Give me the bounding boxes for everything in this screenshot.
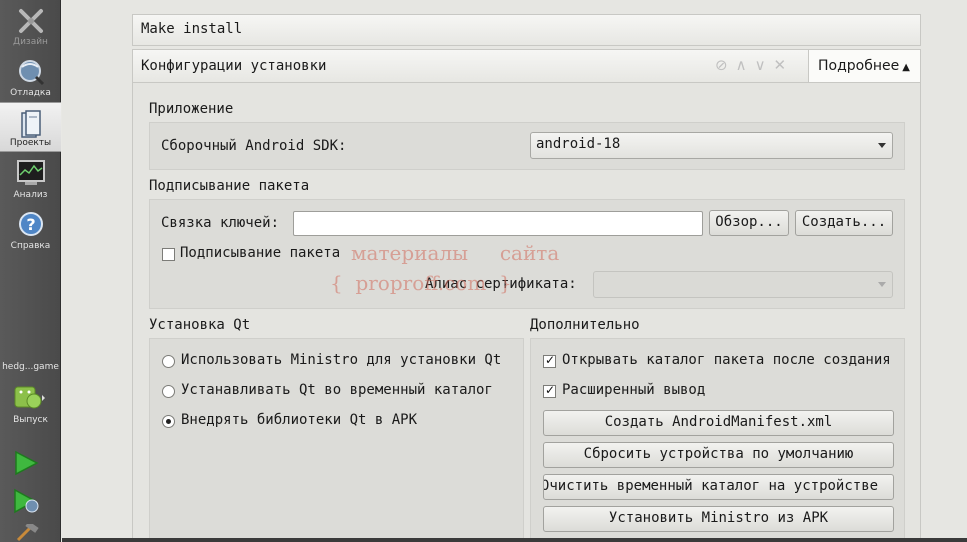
mode-label: Проекты [9, 138, 52, 148]
advanced-group: Открывать каталог пакета после создания … [530, 338, 905, 542]
debug-icon [18, 60, 44, 86]
open-package-dir-checkbox[interactable] [543, 353, 556, 368]
debug-run-icon[interactable] [12, 488, 42, 516]
details-label: Подробнее [818, 58, 900, 74]
analyze-icon [16, 160, 45, 185]
create-manifest-button[interactable]: Создать AndroidManifest.xml [543, 410, 894, 436]
verbose-output-label: Расширенный вывод [562, 382, 706, 398]
target-project-name: hedg...game [2, 362, 59, 372]
help-icon: ? [18, 212, 43, 236]
build-step-deploy-config: Конфигурации установки ⊘∧∨✕ Подробнее ▲ [132, 49, 921, 83]
keystore-input[interactable] [293, 211, 703, 236]
remove-icon[interactable]: ✕ [774, 56, 795, 74]
sdk-value: android-18 [536, 136, 621, 152]
build-step-make-install[interactable]: Make install [132, 14, 921, 46]
mode-selector-bar: Дизайн Отладка Проекты Анализ ? Справка [0, 0, 61, 542]
application-section-title: Приложение [149, 101, 234, 117]
verbose-output-checkbox[interactable] [543, 383, 556, 398]
design-icon [18, 9, 43, 33]
signing-section-title: Подписывание пакета [149, 178, 310, 194]
install-ministro-button[interactable]: Установить Ministro из APK [543, 506, 894, 532]
mode-debug[interactable]: Отладка [0, 51, 61, 101]
browse-button[interactable]: Обзор... [709, 210, 789, 236]
deploy-config-panel: Приложение Сборочный Android SDK: androi… [132, 83, 921, 542]
mode-design[interactable]: Дизайн [0, 0, 61, 50]
bottom-border [62, 538, 967, 542]
android-device-icon [14, 386, 45, 409]
details-button[interactable]: Подробнее ▲ [808, 49, 921, 83]
chevron-down-icon [878, 282, 886, 287]
alias-combobox[interactable] [593, 271, 893, 298]
svg-text:?: ? [26, 215, 35, 234]
qt-install-group: Использовать Ministro для установки Qt У… [149, 338, 524, 542]
sdk-combobox[interactable]: android-18 [530, 132, 893, 159]
build-icon[interactable] [12, 524, 40, 542]
signing-group: Связка ключей: Обзор... Создать... Подпи… [149, 199, 905, 309]
sign-package-label: Подписывание пакета [180, 245, 341, 261]
bundle-qt-label: Внедрять библиотеки Qt в APK [181, 412, 418, 428]
bundle-qt-radio[interactable] [162, 415, 175, 428]
open-package-dir-label: Открывать каталог пакета после создания [562, 352, 891, 368]
ministro-radio[interactable] [162, 355, 175, 368]
sign-package-checkbox[interactable] [162, 248, 175, 261]
clean-temp-dir-button[interactable]: Очистить временный каталог на устройстве [543, 474, 894, 500]
alias-label: Алиас сертификата: [425, 276, 577, 292]
sdk-label: Сборочный Android SDK: [161, 138, 347, 154]
keystore-label: Связка ключей: [161, 215, 280, 231]
mode-help[interactable]: ? Справка [0, 204, 61, 254]
mode-label: Отладка [10, 88, 51, 98]
collapse-arrow-icon: ▲ [902, 62, 910, 73]
mode-label: Справка [10, 241, 51, 251]
target-build-config: Выпуск [13, 415, 48, 425]
target-selector[interactable]: Выпуск [0, 378, 61, 428]
advanced-section-title: Дополнительно [530, 317, 640, 333]
mode-analyze[interactable]: Анализ [0, 153, 61, 203]
application-group: Сборочный Android SDK: android-18 [149, 122, 905, 170]
chevron-down-icon [878, 143, 886, 148]
reset-default-devices-button[interactable]: Сбросить устройства по умолчанию [543, 442, 894, 468]
mode-label: Дизайн [13, 37, 48, 47]
move-up-icon[interactable]: ∧ [736, 56, 755, 74]
main-area: Make install Конфигурации установки ⊘∧∨✕… [62, 0, 967, 542]
run-icon[interactable] [12, 450, 40, 476]
move-down-icon[interactable]: ∨ [755, 56, 774, 74]
mode-label: Анализ [13, 190, 48, 200]
projects-icon [20, 110, 41, 138]
ministro-label: Использовать Ministro для установки Qt [181, 352, 502, 368]
step-title: Конфигурации установки [141, 58, 327, 74]
temp-dir-radio[interactable] [162, 385, 175, 398]
mode-projects[interactable]: Проекты [0, 102, 61, 152]
temp-dir-label: Устанавливать Qt во временный каталог [181, 382, 493, 398]
step-title: Make install [141, 21, 243, 37]
disable-icon[interactable]: ⊘ [715, 56, 736, 74]
qt-install-section-title: Установка Qt [149, 317, 251, 333]
create-keystore-button[interactable]: Создать... [795, 210, 893, 236]
